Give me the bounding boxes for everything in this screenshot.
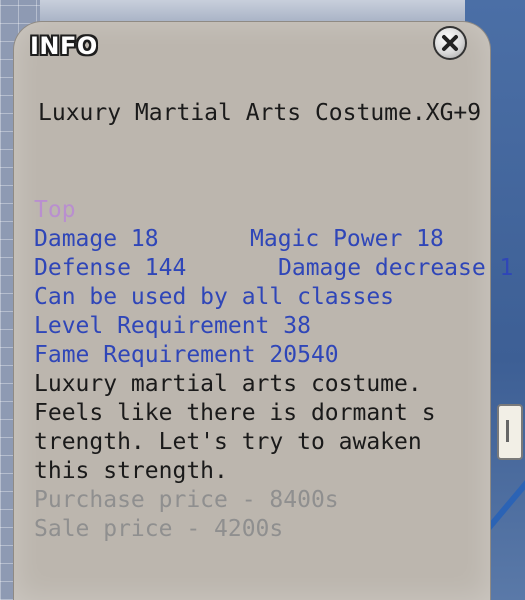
- description-line: Feels like there is dormant s: [34, 400, 436, 426]
- item-details: Top Damage 18 Magic Power 18 Defense 144…: [34, 196, 513, 544]
- sale-price: Sale price - 4200s: [34, 516, 284, 542]
- item-category: Top: [34, 197, 76, 223]
- description-line: trength. Let's try to awaken: [34, 429, 422, 455]
- purchase-price: Purchase price - 8400s: [34, 487, 339, 513]
- class-restriction: Can be used by all classes: [34, 284, 395, 310]
- stat-row-2: Defense 144 Damage decrease 1: [34, 254, 513, 283]
- stat-magic-power: Magic Power 18: [250, 226, 444, 252]
- close-button[interactable]: [433, 26, 467, 60]
- window-title: INFO: [30, 32, 98, 60]
- fame-requirement: Fame Requirement 20540: [34, 342, 339, 368]
- stat-damage-decrease: Damage decrease 1: [278, 255, 514, 281]
- close-icon: [442, 35, 458, 51]
- info-window: INFO Luxury Martial Arts Costume.XG+9 To…: [14, 22, 513, 600]
- description-line: Luxury martial arts costume.: [34, 371, 422, 397]
- item-name: Luxury Martial Arts Costume.XG+9: [38, 100, 482, 126]
- stat-damage: Damage 18: [34, 226, 159, 252]
- stat-row-1: Damage 18 Magic Power 18: [34, 225, 504, 254]
- background-top: [0, 0, 525, 22]
- level-requirement: Level Requirement 38: [34, 313, 311, 339]
- stat-defense: Defense 144: [34, 255, 187, 281]
- description-line: this strength.: [34, 458, 228, 484]
